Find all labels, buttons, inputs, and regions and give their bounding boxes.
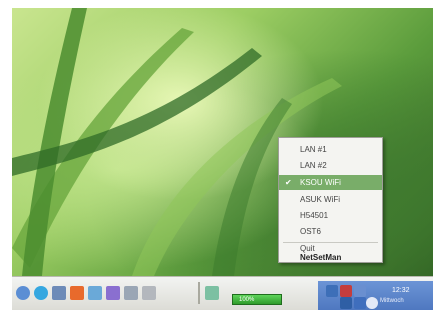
menu-item-lan-1[interactable]: LAN #1	[279, 142, 382, 157]
volume-icon[interactable]	[354, 285, 366, 297]
menu-item-label: LAN #1	[300, 145, 327, 154]
menu-item-netsetman[interactable]: NetSetMan	[279, 253, 382, 262]
menu-item-label: KSOU WiFi	[300, 178, 341, 187]
menu-item-h54501[interactable]: H54501	[279, 208, 382, 223]
menu-item-ost6[interactable]: OST6	[279, 224, 382, 239]
menu-item-label: Quit	[300, 244, 315, 253]
mail-icon[interactable]	[70, 286, 84, 300]
bluetooth-icon[interactable]	[340, 285, 352, 297]
screen: 100% 12:32 Mittwoch LAN #1 LAN #2 ✔ KSOU…	[0, 0, 446, 321]
app-icon[interactable]	[205, 286, 219, 300]
network-tray-icon[interactable]	[326, 285, 338, 297]
network-icon[interactable]	[52, 286, 66, 300]
clock-date: Mittwoch	[380, 298, 404, 304]
gear-icon[interactable]	[142, 286, 156, 300]
menu-item-lan-2[interactable]: LAN #2	[279, 158, 382, 173]
menu-item-label: ASUK WiFi	[300, 195, 340, 204]
menu-item-ksou-wifi[interactable]: ✔ KSOU WiFi	[279, 175, 382, 190]
menu-separator	[283, 242, 378, 243]
mic-icon[interactable]	[124, 286, 138, 300]
taskbar-separator	[198, 282, 200, 304]
checkmark-icon: ✔	[285, 178, 292, 187]
info-icon[interactable]	[366, 297, 378, 309]
battery-indicator[interactable]: 100%	[232, 294, 282, 305]
system-tray	[318, 281, 433, 310]
menu-item-label: LAN #2	[300, 161, 327, 170]
monitor-tray-icon[interactable]	[354, 297, 366, 309]
pidgin-icon[interactable]	[16, 286, 30, 300]
tray-context-menu: LAN #1 LAN #2 ✔ KSOU WiFi ASUK WiFi H545…	[278, 137, 383, 263]
menu-item-label: H54501	[300, 211, 329, 220]
battery-text: 100%	[239, 297, 255, 303]
menu-item-label: OST6	[300, 227, 321, 236]
skype-icon[interactable]	[34, 286, 48, 300]
music-icon[interactable]	[106, 286, 120, 300]
chat-icon[interactable]	[88, 286, 102, 300]
clock[interactable]: 12:32	[392, 287, 410, 294]
netsetman-tray-icon[interactable]	[340, 297, 352, 309]
menu-item-asuk-wifi[interactable]: ASUK WiFi	[279, 192, 382, 207]
taskbar: 100% 12:32 Mittwoch	[12, 276, 433, 310]
menu-item-quit[interactable]: Quit	[279, 245, 382, 253]
menu-item-label: NetSetMan	[300, 253, 342, 262]
